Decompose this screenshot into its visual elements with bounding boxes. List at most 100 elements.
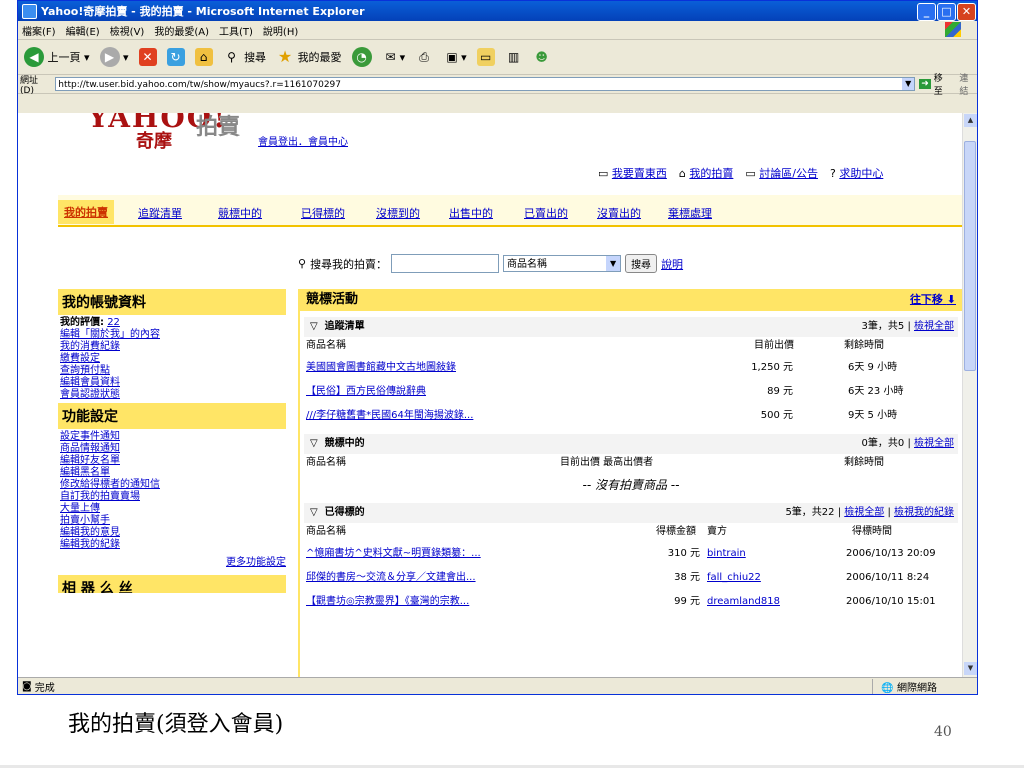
scroll-down-icon[interactable]: ▼	[964, 662, 977, 675]
sell-link[interactable]: ▭ 我要賣東西	[598, 165, 667, 181]
minimize-button[interactable]: _	[917, 3, 936, 21]
search-submit-button[interactable]: 搜尋	[625, 254, 658, 273]
toolbar: ◀ 上一頁 ▾ ▶ ▾ ✕ ↻ ⌂ ⚲ 搜尋 ★ 我的最愛 ◔ ✉ ▾ ⎙ ▣ ▾ …	[18, 40, 977, 75]
empty-message: -- 沒有拍賣商品 --	[582, 478, 680, 492]
tab-abandoned[interactable]: 棄標處理	[668, 205, 712, 221]
watch-view-all-link[interactable]: 檢視全部	[914, 321, 954, 332]
table-row: ///李仔糖舊書*民國64年閩海揚波錄... 500 元 9天 5 小時	[304, 404, 958, 428]
favorites-button[interactable]: ★ 我的最愛	[276, 48, 342, 66]
won-view-all-link[interactable]: 檢視全部	[844, 507, 884, 518]
tab-my-auction[interactable]: 我的拍賣	[58, 200, 114, 224]
edit-icon: ▣	[446, 50, 458, 64]
menu-tools[interactable]: 工具(T)	[219, 23, 253, 38]
settings-link[interactable]: 商品情報通知	[58, 443, 286, 455]
account-link[interactable]: 查詢預付點	[58, 365, 286, 377]
search-input[interactable]	[391, 254, 500, 273]
item-link[interactable]: 【民俗】西方民俗傳說辭典	[306, 380, 426, 404]
seller-link[interactable]: fall_chiu22	[707, 566, 761, 590]
watch-list-section: ▽ 追蹤清單 3筆，共5 | 檢視全部 商品名稱 目前出價 剩餘時間 美國國會圖…	[304, 317, 958, 428]
research-button[interactable]: ▥	[505, 48, 523, 66]
chevron-down-icon[interactable]: ▼	[902, 78, 915, 90]
account-link[interactable]: 編輯「關於我」的內容	[58, 329, 286, 341]
bidding-view-all-link[interactable]: 檢視全部	[914, 438, 954, 449]
panel-heading: 競標活動 往下移 ⬇	[300, 289, 962, 311]
maximize-button[interactable]: □	[937, 3, 956, 21]
messenger-button[interactable]: ☻	[533, 48, 551, 66]
edit-button[interactable]: ▣ ▾	[443, 48, 466, 66]
rating-label: 我的評價:	[60, 317, 104, 328]
settings-link[interactable]: 自訂我的拍賣賣場	[58, 491, 286, 503]
settings-link[interactable]: 拍賣小幫手	[58, 515, 286, 527]
settings-link[interactable]: 設定事件通知	[58, 431, 286, 443]
scroll-down-link[interactable]: 往下移 ⬇	[910, 289, 956, 311]
folder-button[interactable]: ▭	[476, 48, 495, 66]
seller-link[interactable]: bintrain	[707, 542, 746, 566]
page-content: YAHOO! 奇摩 拍賣 會員登出．會員中心 ▭ 我要賣東西 ⌂ 我的拍賣 ▭ …	[18, 113, 962, 677]
more-settings-link[interactable]: 更多功能設定	[58, 557, 286, 569]
scrollbar-thumb[interactable]	[964, 141, 976, 371]
top-links: ▭ 我要賣東西 ⌂ 我的拍賣 ▭ 討論區/公告 ? 求助中心	[598, 165, 883, 181]
refresh-button[interactable]: ↻	[166, 48, 185, 66]
tab-selling[interactable]: 出售中的	[449, 205, 493, 221]
tab-watch-list[interactable]: 追蹤清單	[138, 205, 182, 221]
settings-link[interactable]: 編輯好友名單	[58, 455, 286, 467]
menu-help[interactable]: 說明(H)	[263, 23, 298, 38]
tab-sold[interactable]: 已賣出的	[524, 205, 568, 221]
history-icon: ◔	[351, 47, 372, 67]
menu-view[interactable]: 檢視(V)	[110, 23, 145, 38]
settings-links: 設定事件通知 商品情報通知 編輯好友名單 編輯黑名單 修改給得標者的通知信 自訂…	[58, 431, 286, 569]
vertical-scrollbar[interactable]: ▲ ▼	[962, 113, 977, 677]
menu-edit[interactable]: 編輯(E)	[66, 23, 100, 38]
search-label: 搜尋我的拍賣：	[310, 257, 388, 271]
account-links: 我的評價: 22 編輯「關於我」的內容 我的消費紀錄 繳費設定 查詢預付點 編輯…	[58, 317, 286, 401]
home-button[interactable]: ⌂	[194, 48, 213, 66]
menu-file[interactable]: 檔案(F)	[22, 23, 56, 38]
item-link[interactable]: ///李仔糖舊書*民國64年閩海揚波錄...	[306, 404, 473, 428]
history-button[interactable]: ◔	[351, 47, 372, 67]
forward-button[interactable]: ▶ ▾	[99, 47, 129, 67]
item-link[interactable]: 美國國會圖書館藏中文古地圖敍錄	[306, 356, 456, 380]
search-field-select[interactable]: 商品名稱 ▼	[503, 255, 622, 272]
settings-link[interactable]: 編輯我的意見	[58, 527, 286, 539]
item-link[interactable]: 邱傑的書房～交流＆分享／文建會出...	[306, 566, 476, 590]
settings-link[interactable]: 修改給得標者的通知信	[58, 479, 286, 491]
ie-icon	[22, 3, 37, 19]
settings-link[interactable]: 編輯我的紀錄	[58, 539, 286, 551]
mail-button[interactable]: ✉ ▾	[382, 48, 406, 66]
settings-link[interactable]: 編輯黑名單	[58, 467, 286, 479]
search-button[interactable]: ⚲ 搜尋	[223, 48, 266, 66]
settings-link[interactable]: 大量上傳	[58, 503, 286, 515]
print-button[interactable]: ⎙	[415, 48, 433, 66]
help-link[interactable]: ? 求助中心	[830, 165, 883, 181]
tab-bidding[interactable]: 競標中的	[218, 205, 262, 221]
my-auction-link[interactable]: ⌂ 我的拍賣	[679, 165, 733, 181]
refresh-icon: ↻	[166, 48, 185, 66]
go-button[interactable]: 移至	[934, 71, 952, 97]
links-label[interactable]: 連結	[959, 71, 977, 97]
forum-link[interactable]: ▭ 討論區/公告	[745, 165, 818, 181]
rating-value[interactable]: 22	[107, 317, 120, 328]
account-link[interactable]: 我的消費紀錄	[58, 341, 286, 353]
search-help-link[interactable]: 說明	[661, 256, 683, 272]
account-link[interactable]: 編輯會員資料	[58, 377, 286, 389]
book-icon: ▥	[507, 50, 520, 64]
menu-favorites[interactable]: 我的最愛(A)	[154, 23, 209, 38]
stop-button[interactable]: ✕	[138, 48, 157, 66]
account-link[interactable]: 會員認證狀態	[58, 389, 286, 401]
go-arrow-icon[interactable]: ➜	[919, 79, 931, 89]
item-link[interactable]: ^憶廂書坊^史料文獻~明賈錄類纂：...	[306, 542, 481, 566]
item-link[interactable]: 【觀書坊◎宗教靈界】《臺灣的宗教...	[306, 590, 469, 614]
account-link[interactable]: 繳費設定	[58, 353, 286, 365]
scroll-up-icon[interactable]: ▲	[964, 114, 977, 127]
member-links[interactable]: 會員登出．會員中心	[258, 133, 348, 148]
tab-unsold[interactable]: 沒賣出的	[597, 205, 641, 221]
seller-link[interactable]: dreamland818	[707, 590, 780, 614]
back-button[interactable]: ◀ 上一頁 ▾	[24, 47, 90, 67]
close-button[interactable]: ✕	[957, 3, 976, 21]
address-input[interactable]: http://tw.user.bid.yahoo.com/tw/show/mya…	[55, 77, 916, 91]
tab-lost[interactable]: 沒標到的	[376, 205, 420, 221]
view-my-record-link[interactable]: 檢視我的紀錄	[894, 507, 954, 518]
tab-won[interactable]: 已得標的	[301, 205, 345, 221]
table-header: 商品名稱 得標金額 賣方 得標時間	[304, 523, 958, 542]
account-heading: 我的帳號資料	[58, 289, 286, 315]
